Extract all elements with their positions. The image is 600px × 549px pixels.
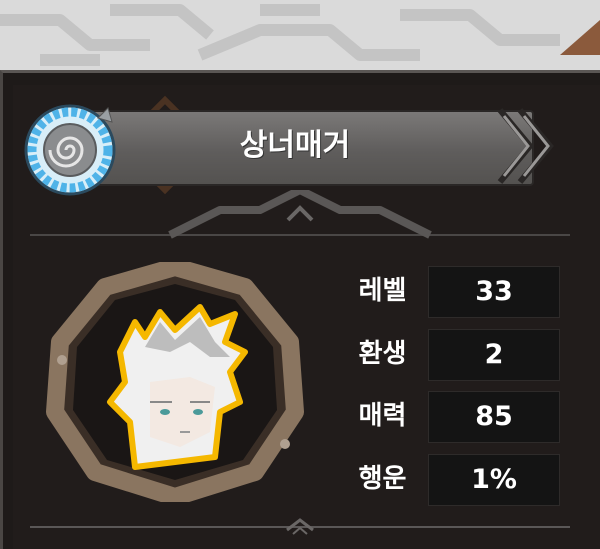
blue-spiral-emblem-icon	[24, 104, 116, 196]
top-decoration	[0, 0, 600, 80]
stat-value-charm: 85	[428, 391, 560, 443]
stat-label-rebirth: 환생	[358, 339, 407, 369]
character-portrait	[46, 262, 304, 502]
top-pattern-graphic	[0, 4, 600, 66]
stat-label-luck: 행운	[358, 464, 407, 494]
stat-value-level: 33	[428, 266, 560, 318]
double-chevron-icon	[497, 108, 554, 184]
stat-label-charm: 매력	[358, 401, 407, 431]
stat-value-rebirth: 2	[428, 329, 560, 381]
character-name: 상너매거	[239, 128, 351, 163]
bottom-chevron-icon	[286, 518, 314, 535]
stat-value-luck: 1%	[428, 454, 560, 506]
stat-label-level: 레벨	[358, 276, 407, 306]
